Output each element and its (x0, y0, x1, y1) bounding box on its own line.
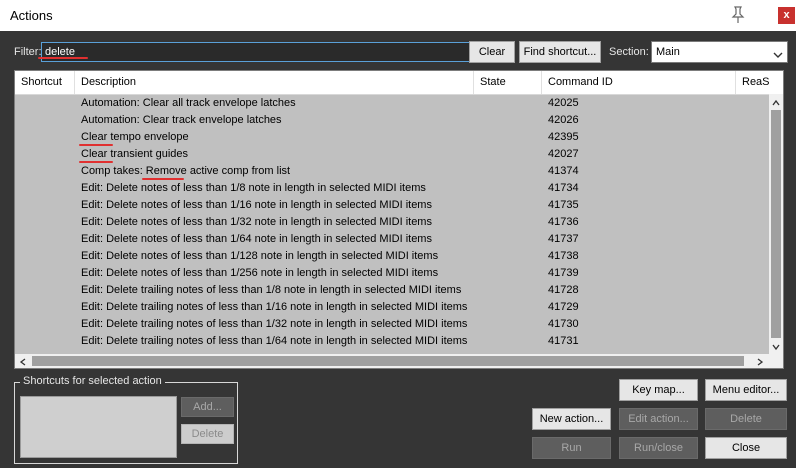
close-button[interactable]: Close (705, 437, 787, 459)
close-window-button[interactable]: x (778, 7, 795, 24)
delete-action-button[interactable]: Delete (705, 408, 787, 430)
column-header-command-id[interactable]: Command ID (542, 71, 736, 94)
filter-label: Filter: (14, 46, 42, 58)
list-item[interactable]: Clear tempo envelope 42395 (15, 129, 769, 146)
column-header-shortcut[interactable]: Shortcut (15, 71, 75, 94)
list-item[interactable]: Edit: Delete trailing notes of less than… (15, 299, 769, 316)
edit-action-button[interactable]: Edit action... (619, 408, 698, 430)
menu-editor-button[interactable]: Menu editor... (705, 379, 787, 401)
remove-underline-annotation (142, 178, 184, 180)
filter-input[interactable]: delete (41, 42, 470, 62)
sort-ascending-icon: ⌃ (269, 70, 277, 77)
section-label: Section: (609, 46, 649, 58)
list-item[interactable]: Edit: Delete notes of less than 1/16 not… (15, 197, 769, 214)
title-bar: Actions x (0, 0, 796, 31)
scroll-left-icon[interactable] (19, 357, 27, 368)
scroll-right-icon[interactable] (756, 357, 764, 368)
scroll-up-icon[interactable] (772, 98, 780, 106)
column-header-reascript[interactable]: ReaS (736, 71, 783, 94)
vertical-scrollbar-thumb[interactable] (771, 110, 781, 338)
list-item[interactable]: Edit: Delete notes of less than 1/256 no… (15, 265, 769, 282)
shortcuts-listbox[interactable] (20, 396, 177, 458)
list-item[interactable]: Edit: Delete notes of less than 1/64 not… (15, 231, 769, 248)
clear-underline-annotation (79, 144, 113, 146)
pin-icon[interactable] (728, 5, 748, 25)
run-button[interactable]: Run (532, 437, 611, 459)
list-item[interactable]: Edit: Delete notes of less than 1/128 no… (15, 248, 769, 265)
list-header: Shortcut Description State Command ID Re… (15, 71, 783, 95)
horizontal-scrollbar-thumb[interactable] (32, 356, 744, 366)
section-select[interactable]: Main (651, 41, 788, 63)
filter-underline-annotation (38, 57, 88, 59)
run-close-button[interactable]: Run/close (619, 437, 698, 459)
key-map-button[interactable]: Key map... (619, 379, 698, 401)
list-item[interactable]: Edit: Delete trailing notes of less than… (15, 282, 769, 299)
column-header-state[interactable]: State (474, 71, 542, 94)
list-item[interactable]: Edit: Delete trailing notes of less than… (15, 333, 769, 350)
actions-window: Actions x Filter: delete Clear Find shor… (0, 0, 796, 468)
window-title: Actions (10, 8, 53, 23)
list-item[interactable]: Clear transient guides 42027 (15, 146, 769, 163)
vertical-scrollbar[interactable] (769, 94, 783, 354)
list-item[interactable]: Automation: Clear all track envelope lat… (15, 95, 769, 112)
list-item[interactable]: Edit: Delete notes of less than 1/32 not… (15, 214, 769, 231)
new-action-button[interactable]: New action... (532, 408, 611, 430)
list-item[interactable]: Comp takes: Remove active comp from list… (15, 163, 769, 180)
horizontal-scrollbar[interactable] (15, 354, 783, 368)
add-shortcut-button[interactable]: Add... (181, 397, 234, 417)
find-shortcut-button[interactable]: Find shortcut... (519, 41, 601, 63)
chevron-down-icon (773, 47, 783, 58)
scroll-down-icon[interactable] (772, 342, 780, 351)
list-item[interactable]: Automation: Clear track envelope latches… (15, 112, 769, 129)
shortcuts-group-label: Shortcuts for selected action (20, 375, 165, 387)
section-select-value: Main (656, 46, 680, 58)
actions-list[interactable]: Shortcut Description State Command ID Re… (14, 70, 784, 369)
list-item[interactable]: Edit: Delete notes of less than 1/8 note… (15, 180, 769, 197)
clear-filter-button[interactable]: Clear (469, 41, 515, 63)
clear-underline-annotation (79, 161, 113, 163)
delete-shortcut-button[interactable]: Delete (181, 424, 234, 444)
list-item[interactable]: Edit: Delete trailing notes of less than… (15, 316, 769, 333)
